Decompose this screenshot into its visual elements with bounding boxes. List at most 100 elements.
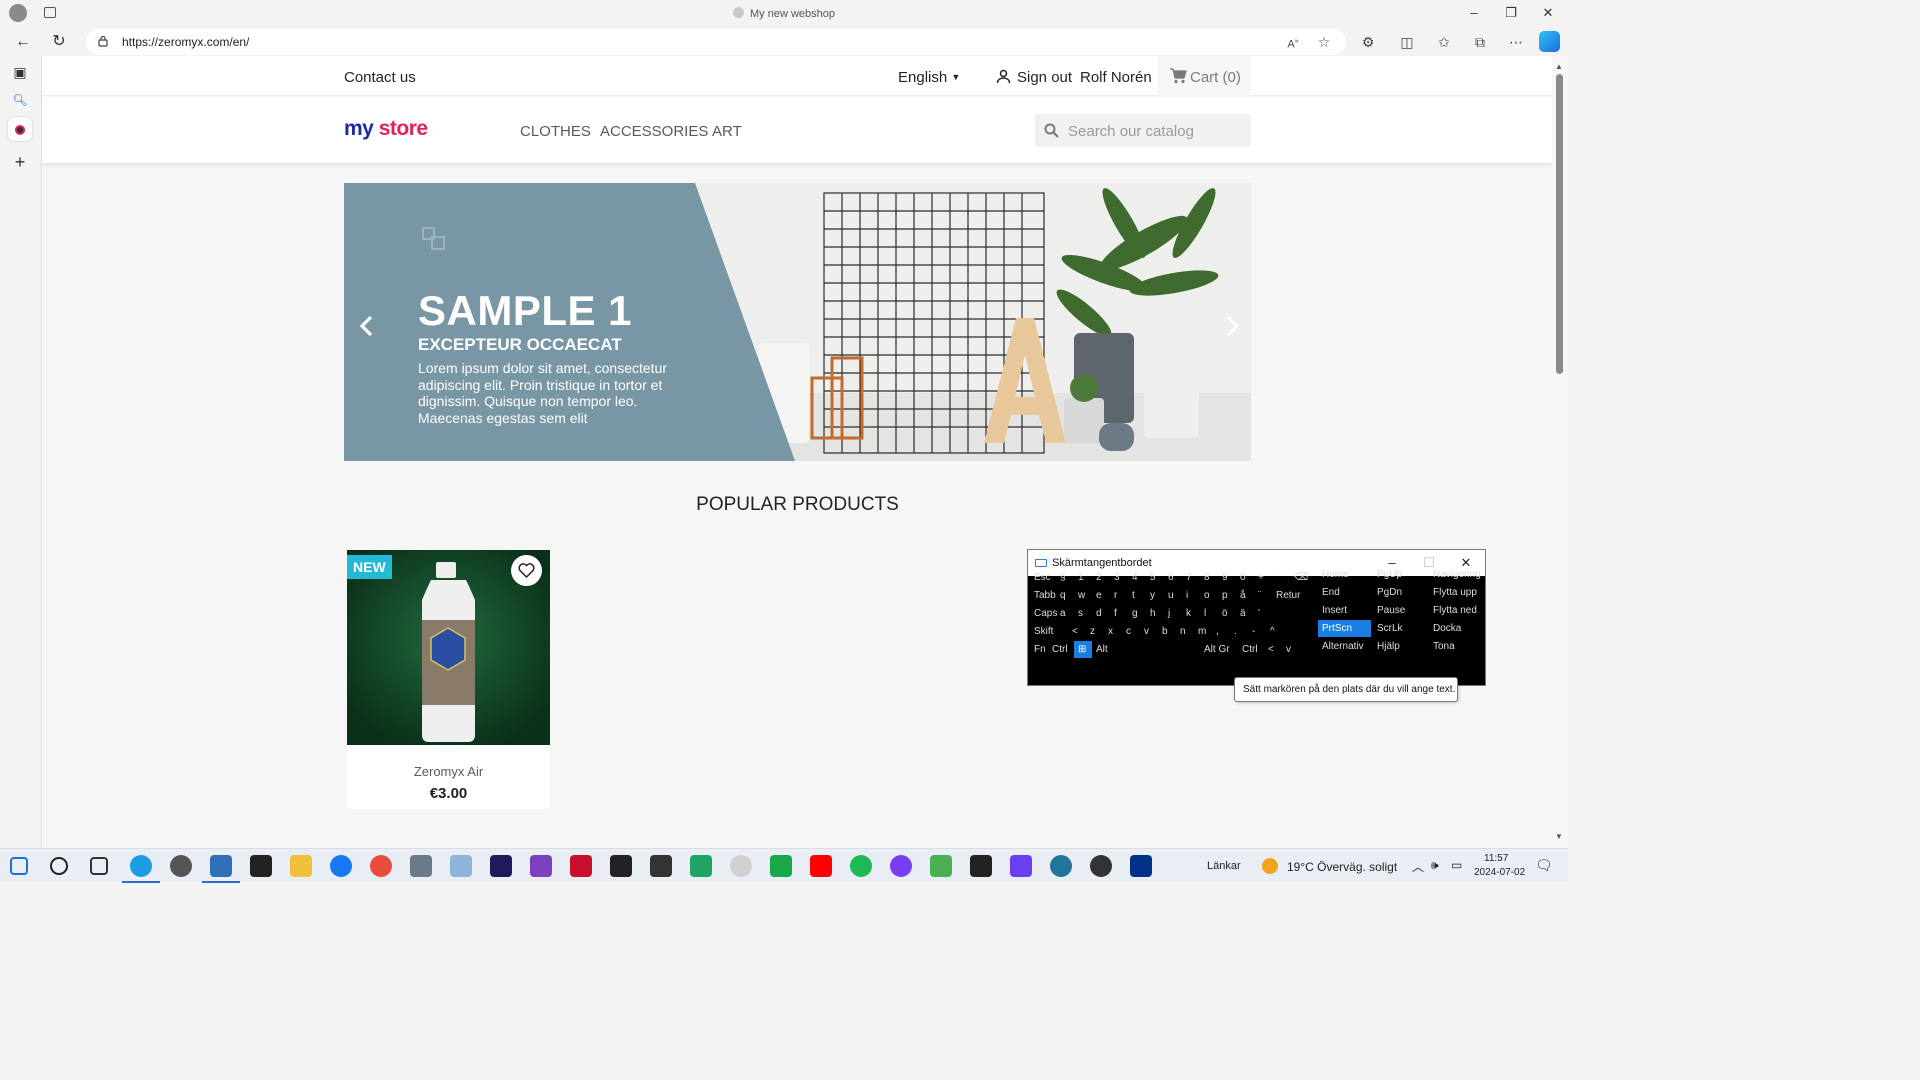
osk-key[interactable]: z	[1086, 623, 1104, 640]
extensions-icon[interactable]: ⚙	[1357, 32, 1379, 52]
aftonbladet-icon[interactable]	[610, 855, 632, 877]
search-icon[interactable]	[50, 857, 68, 875]
osk-key[interactable]: 0	[1236, 569, 1254, 586]
osk-key[interactable]: 2	[1092, 569, 1110, 586]
sidebar-search-icon[interactable]: 🔍︎	[8, 88, 32, 112]
osk-key[interactable]: -	[1248, 623, 1266, 640]
osk-key[interactable]: ,	[1212, 623, 1230, 640]
osk-key[interactable]: t	[1128, 587, 1146, 604]
more-icon[interactable]: ⋯	[1505, 32, 1527, 52]
category-accessories[interactable]: ACCESSORIES	[600, 123, 708, 140]
osk-key[interactable]: å	[1236, 587, 1254, 604]
carousel-prev-icon[interactable]	[358, 315, 376, 337]
osk-key[interactable]: x	[1104, 623, 1122, 640]
drive-icon[interactable]	[690, 855, 712, 877]
osk-key[interactable]: PgDn	[1373, 584, 1427, 601]
osk-key[interactable]: v	[1140, 623, 1158, 640]
osk-key[interactable]: 9	[1218, 569, 1236, 586]
osk-key[interactable]: '	[1254, 605, 1272, 622]
osk-key[interactable]: Retur	[1272, 587, 1310, 604]
tab-actions-icon[interactable]: ▣	[8, 60, 32, 84]
seb-icon[interactable]	[930, 855, 952, 877]
back-icon[interactable]: ←	[11, 32, 35, 52]
start-icon[interactable]	[10, 857, 28, 875]
scrollbar-thumb[interactable]	[1556, 74, 1563, 374]
osk-key[interactable]: i	[1182, 587, 1200, 604]
youtube-icon[interactable]	[810, 855, 832, 877]
power-automate-icon[interactable]	[1010, 855, 1032, 877]
osk-key[interactable]: ScrLk	[1373, 620, 1427, 637]
osk-key[interactable]: ^	[1266, 623, 1284, 640]
clock-time[interactable]: 11:57	[1484, 853, 1508, 864]
osk-key[interactable]: a	[1056, 605, 1074, 622]
osk-key[interactable]: Caps	[1030, 605, 1057, 622]
osk-key[interactable]: 7	[1182, 569, 1200, 586]
osk-key[interactable]: b	[1158, 623, 1176, 640]
osk-key[interactable]: Ctrl	[1238, 641, 1264, 658]
waves-icon[interactable]	[970, 855, 992, 877]
carousel-next-icon[interactable]	[1223, 315, 1241, 337]
osk-key[interactable]: ⊞	[1074, 641, 1092, 658]
paypal-icon[interactable]	[1130, 855, 1152, 877]
osk-key[interactable]: 3	[1110, 569, 1128, 586]
osk-key[interactable]: <	[1068, 623, 1086, 640]
weather-text[interactable]: 19°C Överväg. soligt	[1287, 860, 1397, 874]
restore-icon[interactable]: ❐	[1501, 5, 1521, 21]
mail-icon[interactable]	[202, 855, 240, 883]
account-name-link[interactable]: Rolf Norén	[1080, 69, 1152, 86]
osk-key[interactable]: q	[1056, 587, 1074, 604]
task-view-icon[interactable]	[90, 857, 108, 875]
amazon-icon[interactable]	[250, 855, 272, 877]
wordpress-icon[interactable]	[1050, 855, 1072, 877]
product-name[interactable]: Zeromyx Air	[347, 764, 550, 779]
osk-key[interactable]: Alt Gr	[1200, 641, 1238, 658]
osk-key[interactable]: e	[1092, 587, 1110, 604]
notifications-icon[interactable]: 🗨︎	[1535, 857, 1553, 874]
contact-link[interactable]: Contact us	[344, 69, 416, 86]
volume-icon[interactable]: 🕪︎	[1431, 858, 1439, 873]
refresh-icon[interactable]: ↻	[47, 32, 71, 52]
osk-key[interactable]: k	[1182, 605, 1200, 622]
osk-key[interactable]: w	[1074, 587, 1092, 604]
split-screen-icon[interactable]: ◫	[1396, 32, 1418, 52]
page-scrollbar[interactable]: ▲ ▼	[1552, 56, 1568, 848]
osk-key[interactable]: Flytta ned	[1429, 602, 1485, 619]
network-icon[interactable]: ▭	[1451, 858, 1462, 872]
spotify-icon[interactable]	[850, 855, 872, 877]
chrome-icon[interactable]	[370, 855, 392, 877]
clock-date[interactable]: 2024-07-02	[1474, 867, 1525, 878]
facebook-icon[interactable]	[330, 855, 352, 877]
osk-key[interactable]: f	[1110, 605, 1128, 622]
edge-icon[interactable]	[122, 855, 160, 883]
minimize-icon[interactable]: –	[1464, 5, 1484, 21]
favorite-star-icon[interactable]: ☆	[1313, 32, 1335, 52]
osk-key[interactable]: c	[1122, 623, 1140, 640]
osk-key[interactable]: j	[1164, 605, 1182, 622]
links-toolbar[interactable]: Länkar	[1207, 860, 1241, 872]
osk-key[interactable]: ¨	[1254, 587, 1272, 604]
osk-key[interactable]: d	[1092, 605, 1110, 622]
category-art[interactable]: ART	[712, 123, 742, 140]
osk-key[interactable]: m	[1194, 623, 1212, 640]
osk-key[interactable]: End	[1318, 584, 1371, 601]
osk-key[interactable]: Esc	[1030, 569, 1056, 586]
shop-logo[interactable]: my store	[344, 117, 428, 141]
product-card[interactable]: NEW Zeromyx Air €3.00	[347, 550, 550, 809]
osk-key[interactable]: Flytta upp	[1429, 584, 1485, 601]
osk-key[interactable]: 1	[1074, 569, 1092, 586]
scroll-down-icon[interactable]: ▼	[1555, 832, 1563, 841]
osk-key[interactable]: ä	[1236, 605, 1254, 622]
osk-key[interactable]: s	[1074, 605, 1092, 622]
osk-key[interactable]: Tona	[1429, 638, 1485, 655]
hero-carousel[interactable]: SAMPLE 1 EXCEPTEUR OCCAECAT Lorem ipsum …	[344, 183, 1251, 461]
copilot-icon[interactable]	[1539, 31, 1560, 52]
osk-key[interactable]: Pause	[1373, 602, 1427, 619]
osk-key[interactable]: ´	[1272, 569, 1290, 586]
language-selector[interactable]: English ▼	[898, 69, 960, 86]
osk-key[interactable]: PgUp	[1373, 566, 1427, 583]
osk-key[interactable]: h	[1146, 605, 1164, 622]
read-aloud-icon[interactable]: A»	[1282, 32, 1304, 52]
osk-key[interactable]: Ctrl	[1048, 641, 1074, 658]
favorites-icon[interactable]: ✩	[1433, 32, 1455, 52]
osk-key[interactable]: n	[1176, 623, 1194, 640]
